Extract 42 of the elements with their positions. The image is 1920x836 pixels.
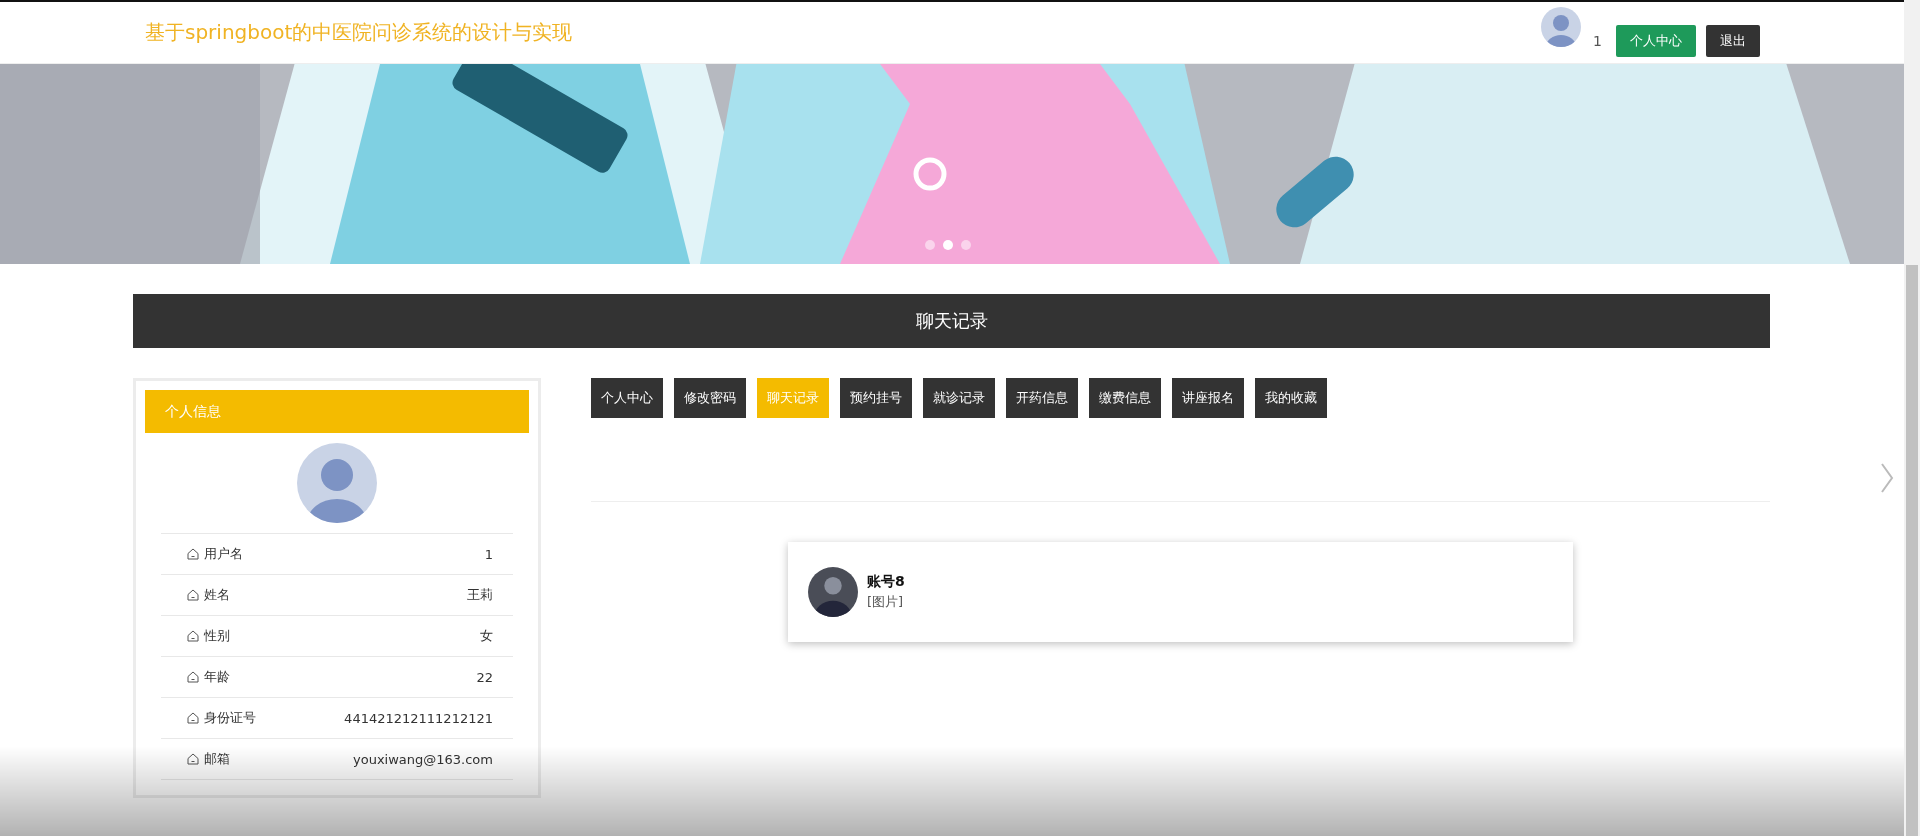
tab[interactable]: 就诊记录 (923, 378, 995, 418)
field-value: 441421212111212121 (344, 710, 493, 726)
field-value: 王莉 (467, 586, 493, 604)
username: 1 (1593, 32, 1602, 49)
field-label: 用户名 (204, 545, 243, 563)
field-value: 22 (476, 669, 493, 685)
carousel-dot[interactable] (961, 240, 971, 250)
contact-name: 账号8 (867, 573, 905, 591)
tab[interactable]: 个人中心 (591, 378, 663, 418)
house-icon (187, 548, 199, 560)
field-label: 性别 (204, 627, 230, 645)
chevron-right-icon[interactable] (1880, 462, 1894, 494)
tab[interactable]: 讲座报名 (1172, 378, 1244, 418)
house-icon (187, 630, 199, 642)
avatar-icon (1541, 6, 1582, 47)
logout-button[interactable]: 退出 (1706, 24, 1760, 57)
house-icon (187, 753, 199, 765)
carousel-dot[interactable] (943, 240, 953, 250)
message-preview: [图片] (867, 593, 905, 611)
tab[interactable]: 我的收藏 (1255, 378, 1327, 418)
scrollbar[interactable] (1904, 0, 1920, 836)
field-label: 姓名 (204, 586, 230, 604)
field-label: 年龄 (204, 668, 230, 686)
house-icon (187, 712, 199, 724)
tab[interactable]: 预约挂号 (840, 378, 912, 418)
tab[interactable]: 开药信息 (1006, 378, 1078, 418)
field-value: 1 (484, 546, 493, 562)
field-label: 身份证号 (204, 709, 256, 727)
panel-heading: 个人信息 (145, 390, 529, 433)
chat-card[interactable]: 账号8 [图片] (788, 542, 1573, 642)
tab[interactable]: 缴费信息 (1089, 378, 1161, 418)
field-value: 女 (480, 627, 493, 645)
carousel-dot[interactable] (925, 240, 935, 250)
field-label: 邮箱 (204, 750, 230, 768)
personal-center-button[interactable]: 个人中心 (1616, 24, 1696, 57)
field-value: youxiwang@163.com (353, 751, 493, 767)
site-title: 基于springboot的中医院问诊系统的设计与实现 (145, 19, 573, 46)
section-title: 聊天记录 (133, 294, 1770, 348)
tab[interactable]: 修改密码 (674, 378, 746, 418)
house-icon (187, 671, 199, 683)
avatar-icon (808, 567, 858, 617)
house-icon (187, 589, 199, 601)
